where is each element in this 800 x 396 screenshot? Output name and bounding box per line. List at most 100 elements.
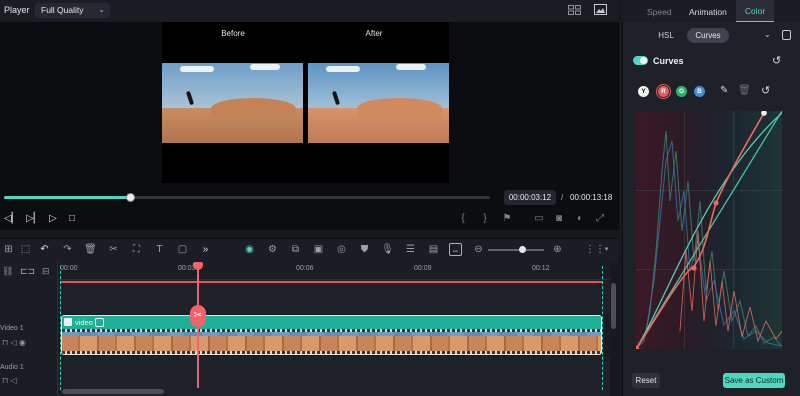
horizontal-scrollbar[interactable]: [62, 389, 164, 394]
tab-animation[interactable]: Animation: [689, 7, 727, 17]
motion-icon[interactable]: ⚙: [266, 243, 279, 256]
video-icon: [64, 318, 72, 326]
subtab-hsl[interactable]: HSL: [652, 29, 680, 43]
ruler-tick: 00:12: [532, 265, 550, 272]
select-icon[interactable]: ⬚: [19, 243, 32, 256]
save-as-custom-button[interactable]: Save as Custom: [723, 373, 785, 388]
image-icon[interactable]: [594, 4, 607, 15]
video-track-label: Video 1: [0, 325, 24, 332]
work-area-bar[interactable]: [60, 281, 602, 283]
tab-speed[interactable]: Speed: [647, 7, 672, 17]
image-track-icon[interactable]: ▤: [427, 243, 440, 256]
cut-icon[interactable]: ✂: [107, 243, 120, 256]
playhead[interactable]: [197, 266, 199, 388]
bracket-out-icon[interactable]: }: [478, 212, 492, 226]
cloud: [326, 66, 360, 72]
clip-header: [62, 316, 601, 329]
play-icon[interactable]: ▷: [46, 212, 60, 226]
voice-icon[interactable]: ▣: [312, 243, 325, 256]
camera-icon[interactable]: ◙: [552, 212, 566, 226]
ruler-tick: 00:06: [296, 265, 314, 272]
audio-track-label: Audio 1: [0, 364, 24, 371]
before-caption: Before: [221, 29, 245, 38]
reset-icon[interactable]: ↺: [772, 54, 781, 67]
skip-back-icon[interactable]: ◁▏: [4, 212, 19, 226]
stop-icon[interactable]: □: [65, 212, 79, 226]
chevron-down-icon[interactable]: ⌄: [764, 30, 771, 39]
split-scissors-icon[interactable]: ✂: [190, 305, 206, 327]
color-adjust-icon: [95, 318, 104, 327]
film-perforation: [62, 351, 601, 354]
current-timecode[interactable]: 00:00:03:12: [504, 190, 556, 205]
shape-icon[interactable]: ▢: [176, 243, 189, 256]
progress-fill: [4, 196, 131, 199]
marker-icon[interactable]: ◎: [335, 243, 348, 256]
active-tab-indicator: [736, 21, 774, 22]
channel-b[interactable]: B: [694, 86, 705, 97]
fit-icon[interactable]: ⇔: [449, 243, 462, 256]
trash-icon[interactable]: 🗑: [738, 85, 751, 96]
redo-icon[interactable]: ↷: [61, 243, 74, 256]
monitor-icon[interactable]: ▭: [532, 212, 546, 226]
track-lock-icon[interactable]: ⊓ ◁ ◉: [2, 338, 26, 347]
link-icon[interactable]: ⛓: [2, 266, 13, 277]
total-timecode: 00:00:13:18: [570, 193, 613, 202]
mic-icon[interactable]: 🎙: [381, 243, 394, 256]
tab-color[interactable]: Color: [736, 0, 774, 22]
clip-name: video: [75, 318, 93, 327]
zoom-handle[interactable]: [519, 246, 526, 253]
cloud: [396, 64, 426, 70]
zoom-out-icon[interactable]: ⊖: [472, 243, 485, 256]
video-clip[interactable]: video: [61, 315, 602, 355]
snapshot-icon[interactable]: ⧉: [289, 243, 302, 256]
fullscreen-icon[interactable]: ⤢: [593, 212, 607, 226]
more-icon[interactable]: »: [199, 243, 212, 256]
vertical-scrollbar[interactable]: [611, 283, 616, 329]
chevron-down-icon[interactable]: ▾: [600, 243, 613, 256]
bracket-in-icon[interactable]: {: [456, 212, 470, 226]
curve-point[interactable]: [691, 265, 697, 271]
undo-icon[interactable]: ↶: [38, 243, 51, 256]
crop-icon[interactable]: ⛶: [130, 243, 143, 256]
shield-icon[interactable]: ⛊: [358, 243, 371, 256]
reset-button[interactable]: Reset: [632, 373, 660, 388]
curve-point[interactable]: [713, 200, 719, 206]
zoom-slider[interactable]: [488, 249, 544, 251]
channel-y[interactable]: Y: [638, 86, 649, 97]
curve-graph: [632, 110, 783, 353]
channel-r[interactable]: R: [658, 86, 669, 97]
quality-value: Full Quality: [41, 5, 84, 15]
audio-track-icons[interactable]: ⊓ ◁: [2, 376, 17, 385]
curve-editor[interactable]: [632, 110, 783, 353]
track-controls: ⛓ ⊏⊐ ⊟: [2, 266, 56, 278]
before-image: [162, 63, 303, 143]
player-label: Player: [4, 5, 30, 15]
quality-select[interactable]: Full Quality ⌄: [35, 3, 110, 18]
audio-icon[interactable]: ◖: [572, 212, 586, 226]
range-start-marker: [60, 266, 61, 390]
ai-icon[interactable]: ◉: [243, 243, 256, 256]
zoom-in-icon[interactable]: ⊕: [551, 243, 564, 256]
delete-icon[interactable]: 🗑: [84, 243, 97, 256]
grid-icon[interactable]: [568, 5, 581, 15]
progress-track[interactable]: [4, 196, 490, 199]
subtab-curves[interactable]: Curves: [687, 28, 729, 43]
text-icon[interactable]: T: [153, 243, 166, 256]
channel-g[interactable]: G: [676, 86, 687, 97]
magnet-icon[interactable]: ⊏⊐: [20, 266, 35, 277]
grid-view-icon[interactable]: ⋮⋮: [585, 243, 605, 256]
split-icon[interactable]: ⊟: [42, 266, 50, 277]
ruler-tick: 00:09: [414, 265, 432, 272]
eyedropper-icon[interactable]: ✎: [720, 85, 728, 96]
timeline-ruler[interactable]: [58, 262, 610, 280]
step-icon[interactable]: ▷▏: [26, 212, 41, 226]
timecode-separator: /: [561, 193, 564, 202]
flag-icon[interactable]: ⚑: [500, 212, 514, 226]
panel-layout-icon[interactable]: [782, 30, 791, 40]
layout-icon[interactable]: ⊞: [2, 243, 15, 256]
stack-icon[interactable]: ☰: [404, 243, 417, 256]
reset-icon[interactable]: ↺: [761, 84, 770, 97]
after-caption: After: [365, 29, 383, 38]
range-end-marker: [602, 266, 603, 390]
ruler-tick: 00:00: [60, 265, 78, 272]
